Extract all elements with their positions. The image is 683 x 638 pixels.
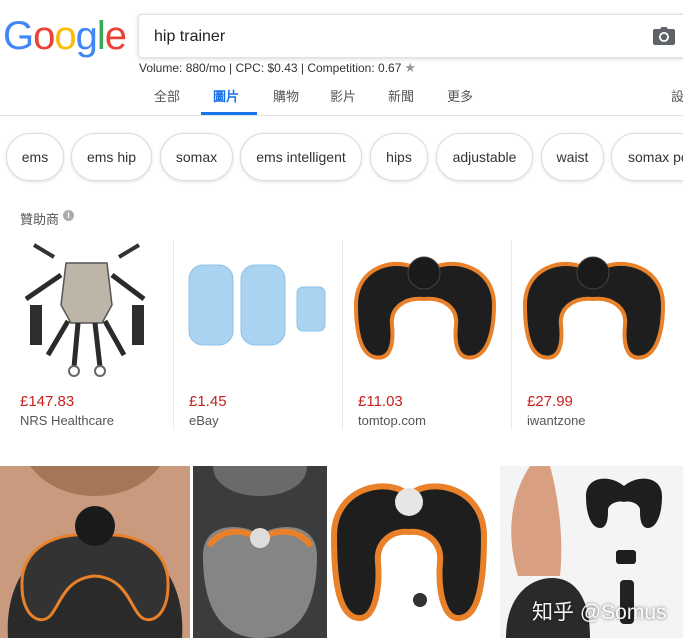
product-price: £1.45 [189,393,227,410]
chip-ems-hip[interactable]: ems hip [71,133,152,181]
image-result[interactable] [193,466,327,638]
product-image-harness [24,243,146,377]
chip-ems[interactable]: ems [6,133,64,181]
tab-videos[interactable]: 影片 [330,86,356,105]
seo-stats: Volume: 880/mo | CPC: $0.43 | Competitio… [139,60,416,76]
product-image-hip-trainer [353,256,497,360]
zhihu-watermark: 知乎 @Somus [532,601,667,624]
product-card[interactable]: £147.83 NRS Healthcare [4,235,169,435]
product-image-hip-trainer [522,256,666,360]
chip-somax[interactable]: somax [160,133,233,181]
info-icon[interactable]: i [63,210,74,221]
sponsored-label: 贊助商 [20,212,60,227]
header: Google Volume: 880/mo | CPC: $0.43 | Com… [0,0,683,116]
seo-stats-text: Volume: 880/mo | CPC: $0.43 | Competitio… [139,61,402,75]
search-tabs: 全部 圖片 購物 影片 新聞 更多 [0,78,683,116]
product-store: eBay [189,413,219,428]
product-image-gel-pads [188,264,326,346]
product-card[interactable]: £27.99 iwantzone [511,235,676,435]
tab-more[interactable]: 更多 [447,86,473,105]
chip-hips[interactable]: hips [370,133,428,181]
chip-somax-po[interactable]: somax po [611,133,683,181]
chip-ems-intelligent[interactable]: ems intelligent [240,133,362,181]
product-store: tomtop.com [358,413,426,428]
tab-images[interactable]: 圖片 [213,86,239,105]
star-icon[interactable]: ★ [404,60,416,75]
google-logo[interactable]: Google [3,14,127,59]
image-result[interactable] [330,466,488,638]
camera-icon[interactable] [653,27,675,45]
active-tab-indicator [201,112,257,115]
product-card[interactable]: £11.03 tomtop.com [342,235,507,435]
product-store: iwantzone [527,413,586,428]
related-chips: ems ems hip somax ems intelligent hips a… [0,126,683,188]
search-box[interactable] [138,14,683,58]
product-price: £147.83 [20,393,75,410]
tab-all[interactable]: 全部 [154,86,180,105]
image-result[interactable] [0,466,190,638]
product-price: £27.99 [527,393,573,410]
chip-adjustable[interactable]: adjustable [436,133,533,181]
product-price: £11.03 [358,393,403,410]
product-store: NRS Healthcare [20,413,114,428]
tab-news[interactable]: 新聞 [388,86,414,105]
product-card[interactable]: £1.45 eBay [173,235,338,435]
chip-waist[interactable]: waist [541,133,604,181]
settings-link[interactable]: 設 [671,86,683,105]
search-input[interactable] [154,27,634,47]
tab-shopping[interactable]: 購物 [273,86,299,105]
